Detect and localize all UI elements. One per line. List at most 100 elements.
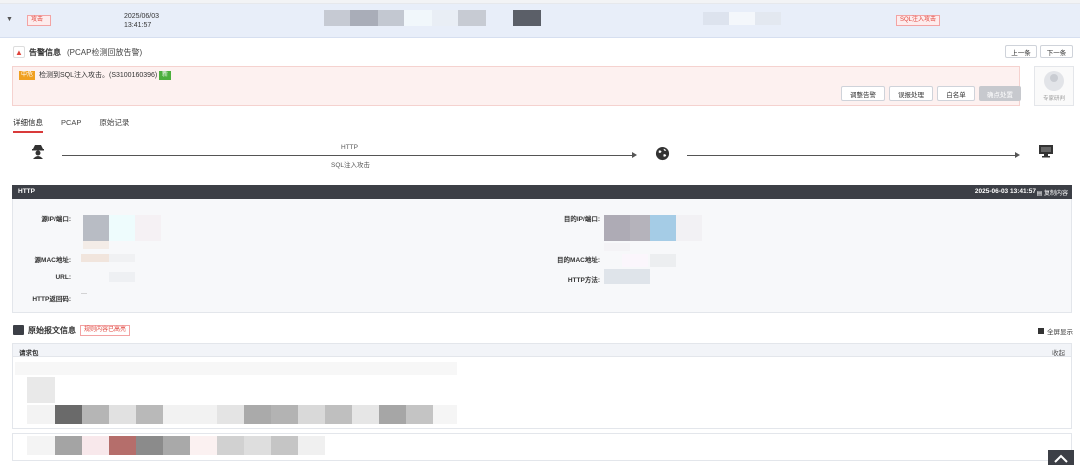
hacker-icon	[30, 143, 46, 162]
http-panel-title: HTTP	[18, 188, 35, 195]
tab-pcap[interactable]: PCAP	[61, 117, 81, 133]
next-alert-button[interactable]: 下一条	[1040, 45, 1073, 58]
redacted-block	[622, 254, 648, 267]
expert-analysis-button[interactable]: 专家研判	[1034, 66, 1074, 106]
confirm-dispose-button[interactable]: 确点处置	[979, 86, 1021, 101]
dst-ip-label: 目的IP/端口:	[563, 216, 600, 223]
request-packet-header: 请求包 收起	[12, 343, 1072, 357]
redacted-block	[136, 405, 163, 424]
monitor-icon	[1038, 144, 1054, 161]
redacted-block	[83, 215, 109, 241]
code-icon	[13, 325, 24, 335]
redacted-block	[604, 215, 630, 241]
redacted-block	[650, 215, 676, 241]
flow-attack-name: SQL注入攻击	[331, 162, 371, 169]
redacted-block	[676, 215, 702, 241]
http-status-label: HTTP返回码:	[32, 296, 71, 303]
flow-protocol: HTTP	[341, 144, 358, 151]
redacted-block	[82, 405, 109, 424]
redacted-block	[109, 272, 135, 282]
http-panel-timestamp: 2025-06-03 13:41:57	[974, 188, 1036, 195]
expert-label: 专家研判	[1042, 96, 1065, 102]
expert-avatar-icon	[1044, 71, 1064, 91]
tab-details[interactable]: 详细信息	[13, 117, 43, 133]
flow-line-left	[62, 155, 634, 156]
redacted-block	[163, 405, 217, 424]
redacted-block	[604, 243, 630, 251]
redacted-block	[406, 405, 433, 424]
alert-type-tag: 攻击	[27, 15, 51, 26]
http-status-value: ---	[81, 291, 87, 297]
alert-message: 检测到SQL注入攻击。(S3100160396)	[39, 72, 158, 79]
copy-content-button[interactable]: ▤ 复制内容	[1037, 188, 1068, 197]
redacted-block	[350, 10, 378, 26]
redacted-block	[650, 254, 676, 267]
redacted-block	[190, 436, 217, 455]
severity-badge: 中危	[19, 71, 36, 80]
raw-packet-header: 原始报文信息 规则内容已高亮	[13, 323, 131, 337]
alert-time: 13:41:57	[124, 22, 152, 29]
arrow-right-icon	[1015, 152, 1020, 158]
scroll-to-top-button[interactable]	[1048, 450, 1074, 465]
redacted-block	[163, 436, 190, 455]
redacted-block	[217, 436, 244, 455]
redacted-block	[298, 405, 325, 424]
redacted-block	[27, 377, 55, 403]
alert-list-row[interactable]: ▼ 攻击 2025/06/03 13:41:57 SQL注入攻击	[0, 4, 1080, 38]
alert-date: 2025/06/03	[124, 13, 160, 20]
detail-tabs: 详细信息 PCAP 原始记录	[13, 117, 129, 133]
collapse-button[interactable]: 收起	[1052, 347, 1065, 357]
redacted-block	[325, 405, 352, 424]
redacted-block	[244, 436, 271, 455]
redacted-block	[135, 215, 161, 241]
redacted-block	[271, 436, 298, 455]
redacted-block	[378, 10, 404, 26]
expand-caret-icon[interactable]: ▼	[6, 16, 13, 23]
prev-alert-button[interactable]: 上一条	[1005, 45, 1037, 58]
response-packet-body	[12, 433, 1072, 461]
redacted-block	[217, 405, 244, 424]
alert-info-title: 告警信息	[29, 47, 61, 57]
tab-raw-record[interactable]: 原始记录	[99, 117, 129, 133]
redacted-block	[109, 436, 136, 455]
redacted-block	[604, 269, 650, 284]
redacted-block	[271, 405, 298, 424]
flow-line-right	[687, 155, 1017, 156]
highlight-tag: 规则内容已高亮	[80, 324, 131, 336]
fullscreen-button[interactable]: 全屏显示	[1038, 326, 1073, 336]
redacted-block	[136, 436, 163, 455]
attack-name-tag: SQL注入攻击	[896, 15, 941, 26]
redacted-block	[513, 10, 541, 26]
arrow-right-icon	[632, 152, 637, 158]
new-badge: 新	[159, 71, 172, 80]
redacted-block	[55, 436, 82, 455]
redacted-block	[109, 254, 135, 262]
globe-icon	[655, 146, 670, 164]
http-panel-body: 源IP/端口: 目的IP/端口: 源MAC地址: 目的MAC地址: URL: H…	[12, 199, 1072, 313]
http-panel-header: HTTP 2025-06-03 13:41:57 ▤ 复制内容	[12, 185, 1072, 199]
src-mac-label: 源MAC地址:	[34, 257, 71, 264]
redacted-block	[244, 405, 271, 424]
false-positive-button[interactable]: 误报处理	[889, 86, 933, 101]
url-label: URL:	[55, 274, 71, 281]
alert-info-header: ▲ 告警信息 (PCAP检测回放告警)	[13, 44, 142, 60]
request-packet-label: 请求包	[19, 350, 39, 357]
adjust-alert-button[interactable]: 调整告警	[841, 86, 885, 101]
redacted-block	[729, 12, 755, 25]
whitelist-button[interactable]: 白名单	[937, 86, 975, 101]
redacted-block	[630, 215, 650, 241]
redacted-block	[379, 405, 406, 424]
redacted-block	[432, 10, 458, 26]
src-ip-label: 源IP/端口:	[41, 216, 71, 223]
redacted-block	[755, 12, 781, 25]
fullscreen-label: 全屏显示	[1047, 329, 1073, 336]
fullscreen-icon	[1038, 328, 1044, 334]
redacted-block	[109, 215, 135, 241]
attack-flow: HTTP SQL注入攻击	[0, 138, 1080, 174]
redacted-block	[352, 405, 379, 424]
redacted-block	[109, 405, 136, 424]
copy-label: 复制内容	[1043, 191, 1068, 197]
redacted-block	[703, 12, 729, 25]
redacted-block	[27, 436, 55, 455]
redacted-block	[83, 241, 109, 249]
